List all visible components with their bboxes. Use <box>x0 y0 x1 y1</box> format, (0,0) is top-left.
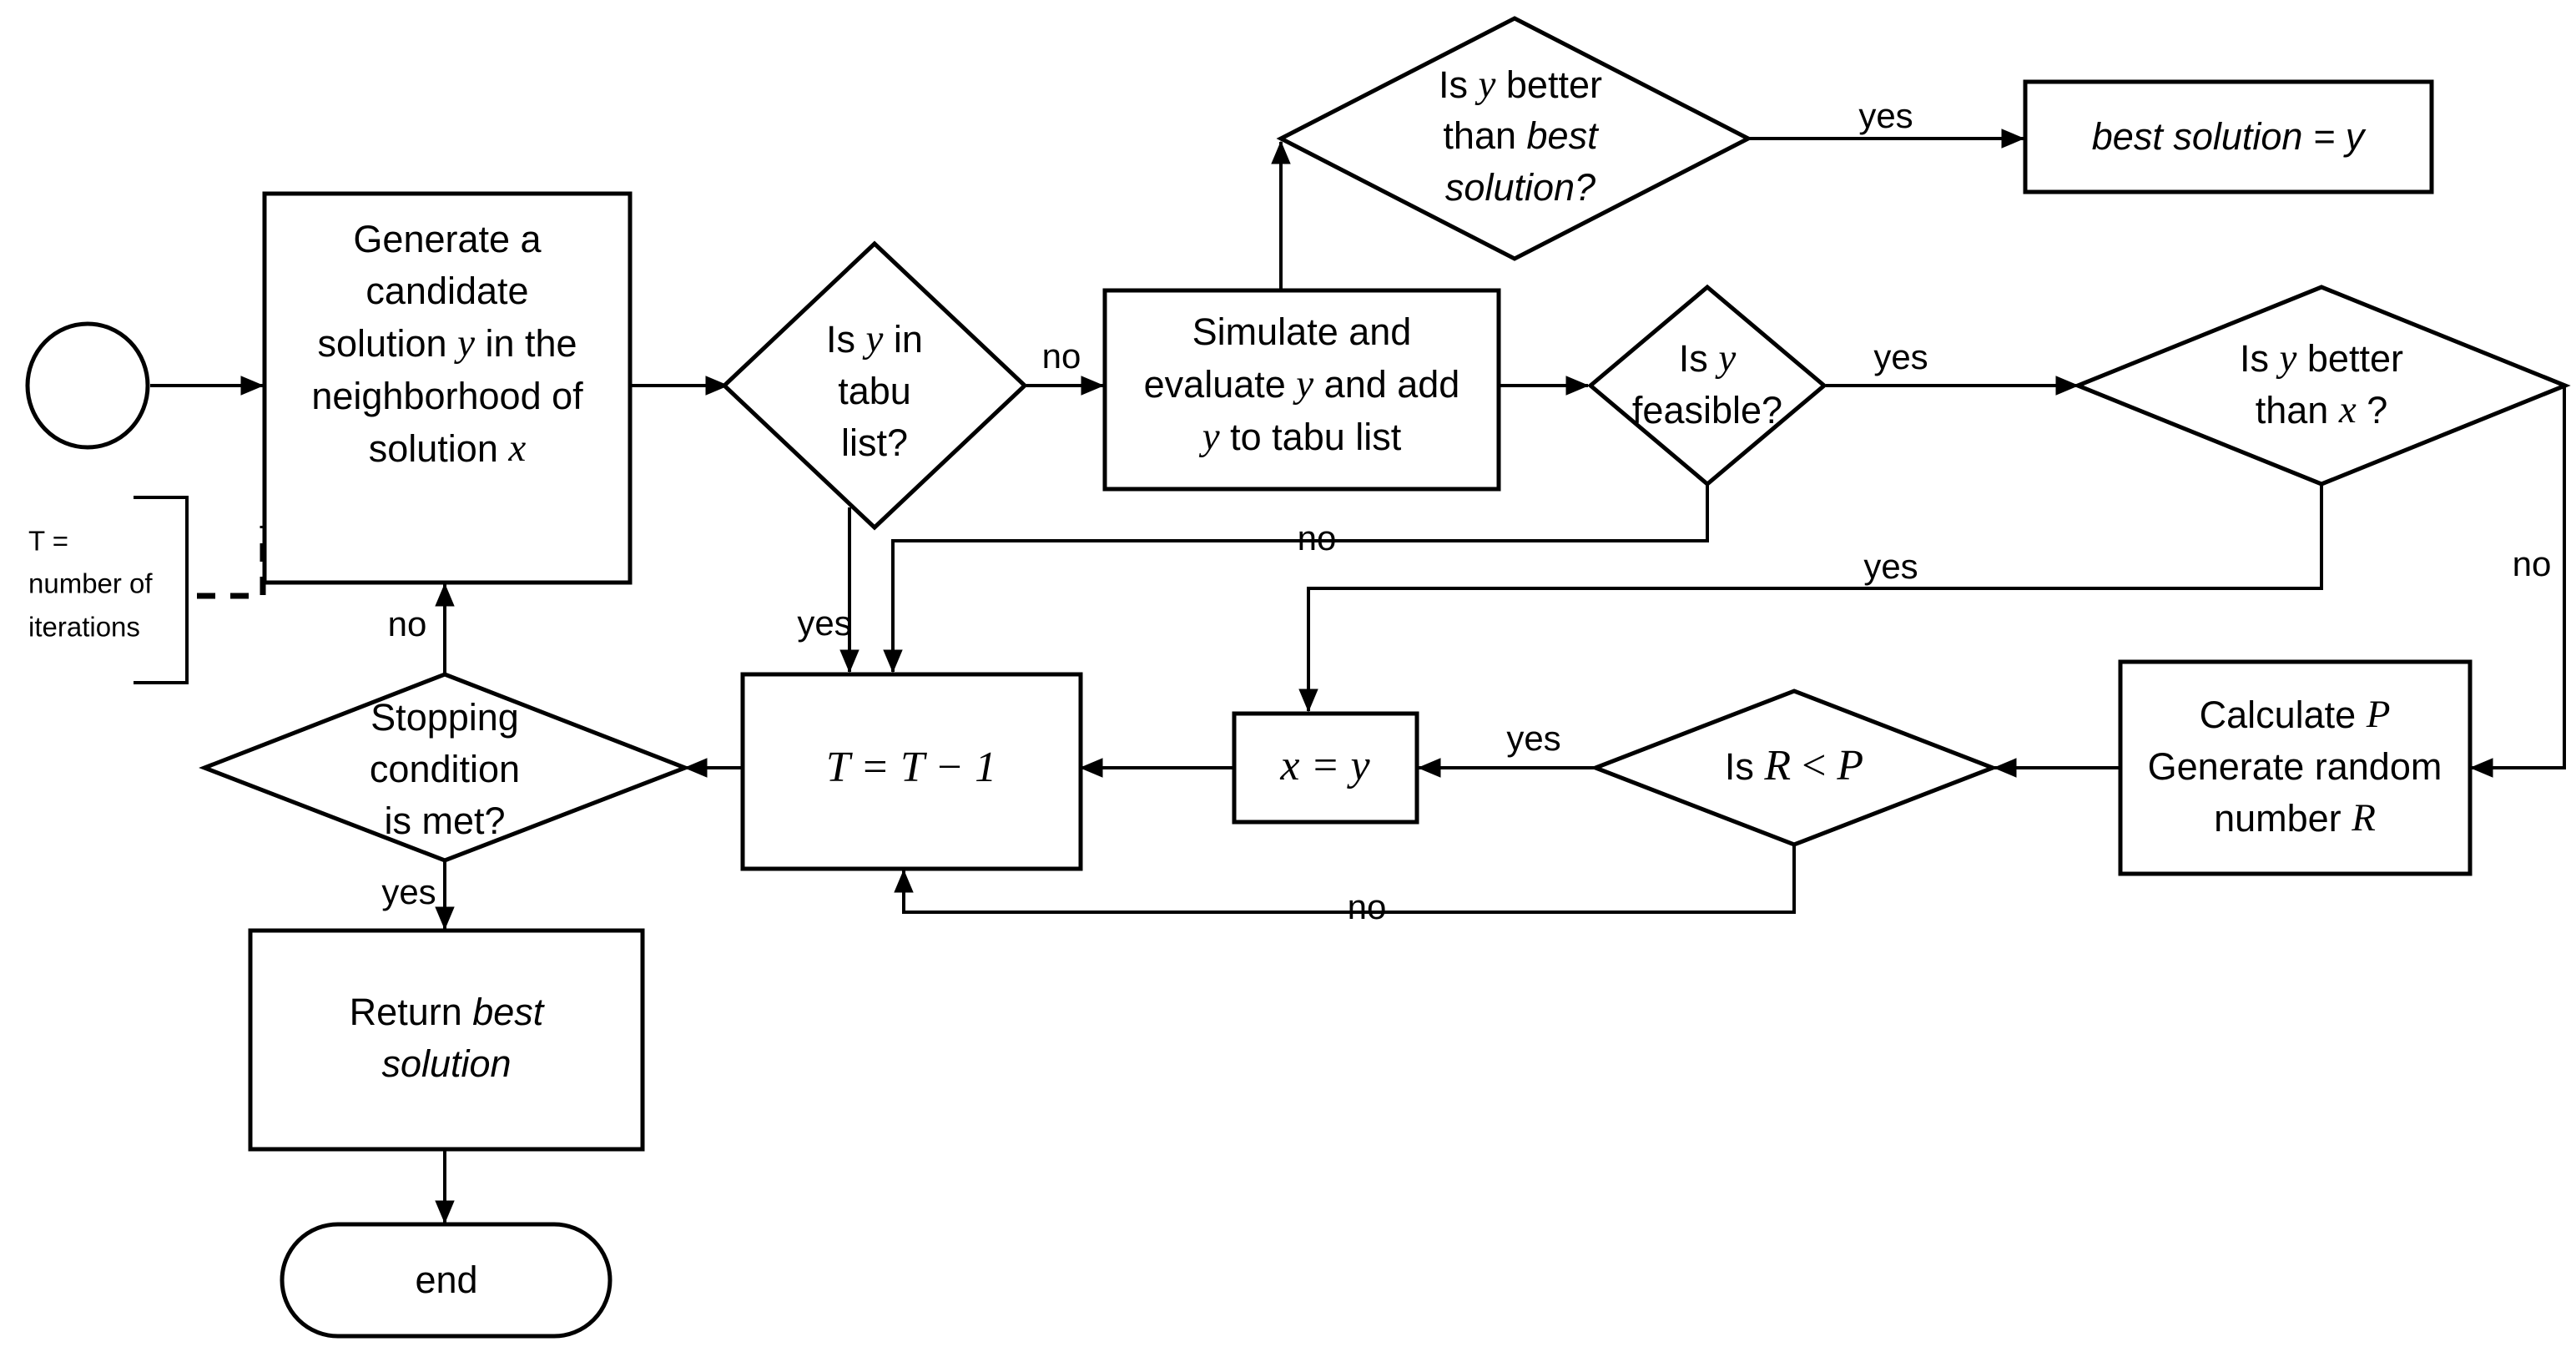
bx-l1c: better <box>2296 337 2403 380</box>
generate-l3a: solution <box>317 322 457 365</box>
bb-l2b: best <box>1527 114 1601 157</box>
edge-label-tabu-no: no <box>1042 336 1081 376</box>
bb-l1b: y <box>1475 63 1496 106</box>
tabu-l1b: y <box>863 317 884 361</box>
node-calc-p-label-line2: Generate random <box>2148 745 2442 788</box>
cp-l1b: P <box>2366 693 2391 736</box>
node-return-best-box <box>248 928 645 1152</box>
edge-label-better-x-no: no <box>2513 544 2552 583</box>
generate-l3c: in the <box>475 322 577 365</box>
flowchart-canvas: Generate a candidate solution y in the n… <box>0 0 2576 1357</box>
cp-l3b: R <box>2351 796 2376 840</box>
node-generate-label-line1: Generate a <box>353 218 542 260</box>
node-simulate-label-line2: evaluate y and add <box>1144 362 1460 406</box>
edge-label-rp-no: no <box>1348 887 1387 926</box>
edge-label-feasible-no: no <box>1298 518 1337 557</box>
node-feasible-label-line1: Is y <box>1679 336 1737 380</box>
simulate-l2c: and add <box>1313 363 1459 406</box>
bx-l1b: y <box>2276 336 2297 380</box>
flowchart-svg: Generate a candidate solution y in the n… <box>25 16 2571 1339</box>
node-feasible-label-line2: feasible? <box>1632 389 1782 431</box>
node-assign-best-label: best solution = y <box>2092 115 2367 158</box>
node-tabu-check-label-line1: Is y in <box>826 317 923 361</box>
node-simulate-label-line3: y to tabu list <box>1199 415 1402 458</box>
bx-l1a: Is <box>2240 337 2280 380</box>
assign-best-text: best solution = y <box>2092 115 2367 158</box>
rb-l2: solution <box>381 1042 511 1085</box>
simulate-l3a: y <box>1199 415 1220 458</box>
generate-l5b: x <box>507 426 526 470</box>
node-generate-label-line4: neighborhood of <box>311 375 583 417</box>
node-r-lt-p-label: Is R < P <box>1725 742 1863 789</box>
edge-label-tabu-yes: yes <box>797 603 851 643</box>
feas-l1b: y <box>1715 336 1736 380</box>
node-assign-x-label: x = y <box>1279 742 1370 789</box>
node-return-best-label-line2: solution <box>381 1042 511 1085</box>
rb-l1b: best <box>472 991 546 1033</box>
rb-l1a: Return <box>350 991 473 1033</box>
edge-label-stopping-no: no <box>388 604 427 643</box>
node-stopping-label-line1: Stopping <box>371 696 519 739</box>
node-simulate-label-line1: Simulate and <box>1192 310 1412 353</box>
edge-label-best-yes: yes <box>1858 96 1913 135</box>
node-decrement-t-label: T = T − 1 <box>826 744 996 791</box>
node-generate-label-line2: candidate <box>365 270 528 312</box>
bx-l2b: x <box>2338 388 2357 431</box>
generate-l5a: solution <box>369 427 509 470</box>
node-better-than-best-label-line2: than best <box>1443 114 1600 157</box>
node-start-circle <box>25 321 150 450</box>
feas-l1a: Is <box>1679 337 1719 380</box>
bb-l2a: than <box>1443 114 1526 157</box>
simulate-l2a: evaluate <box>1144 363 1297 406</box>
rp-l1c: < <box>1791 742 1837 789</box>
simulate-l2b: y <box>1293 362 1313 406</box>
generate-l3b: y <box>454 321 475 365</box>
node-better-than-x-diamond <box>2072 285 2571 487</box>
assign-x-text: x = y <box>1279 742 1370 789</box>
node-end-label: end <box>415 1259 477 1301</box>
edge-label-stopping-yes: yes <box>381 872 436 911</box>
bb-l1c: better <box>1495 63 1602 106</box>
node-better-than-best-label-line3: solution? <box>1445 166 1596 209</box>
node-calc-p-label-line3: number R <box>2214 796 2376 840</box>
node-better-than-x-label-line2: than x ? <box>2256 388 2388 431</box>
node-generate-label-line5: solution x <box>369 426 527 470</box>
note-t-definition-line3: iterations <box>28 612 140 643</box>
edge-t-note-to-generate-dashed <box>197 526 266 599</box>
node-stopping-label-line3: is met? <box>384 800 505 842</box>
cp-l3a: number <box>2214 797 2352 840</box>
rp-l1d: P <box>1836 742 1863 789</box>
node-tabu-check-label-line2: tabu <box>838 370 911 412</box>
bx-l2a: than <box>2256 389 2339 431</box>
rp-l1a: Is <box>1725 745 1765 788</box>
edge-label-feasible-yes: yes <box>1873 337 1928 376</box>
node-stopping-label-line2: condition <box>370 748 520 790</box>
note-t-definition-line1: T = <box>28 526 68 557</box>
edge-label-rp-yes: yes <box>1506 719 1560 758</box>
bx-l2c: ? <box>2357 389 2388 431</box>
simulate-l3b: to tabu list <box>1220 416 1402 458</box>
tabu-l1a: Is <box>826 318 866 361</box>
edge-label-better-x-yes: yes <box>1863 547 1918 586</box>
bb-l3: solution? <box>1445 166 1596 209</box>
edge-feasible-no-to-decrement <box>883 484 1709 673</box>
note-t-definition-line2: number of <box>28 568 153 599</box>
node-better-than-best-label-line1: Is y better <box>1439 63 1602 106</box>
decrement-t-text: T = T − 1 <box>826 744 996 791</box>
bb-l1a: Is <box>1439 63 1479 106</box>
tabu-l1c: in <box>883 318 923 361</box>
rp-l1b: R <box>1763 742 1791 789</box>
node-calc-p-label-line1: Calculate P <box>2200 693 2391 736</box>
node-return-best-label-line1: Return best <box>350 991 546 1033</box>
node-better-than-x-label-line1: Is y better <box>2240 336 2403 380</box>
node-tabu-check-label-line3: list? <box>841 421 908 464</box>
node-feasible-diamond <box>1587 284 1827 487</box>
node-generate-label-line3: solution y in the <box>317 321 577 365</box>
cp-l1a: Calculate <box>2200 694 2367 736</box>
